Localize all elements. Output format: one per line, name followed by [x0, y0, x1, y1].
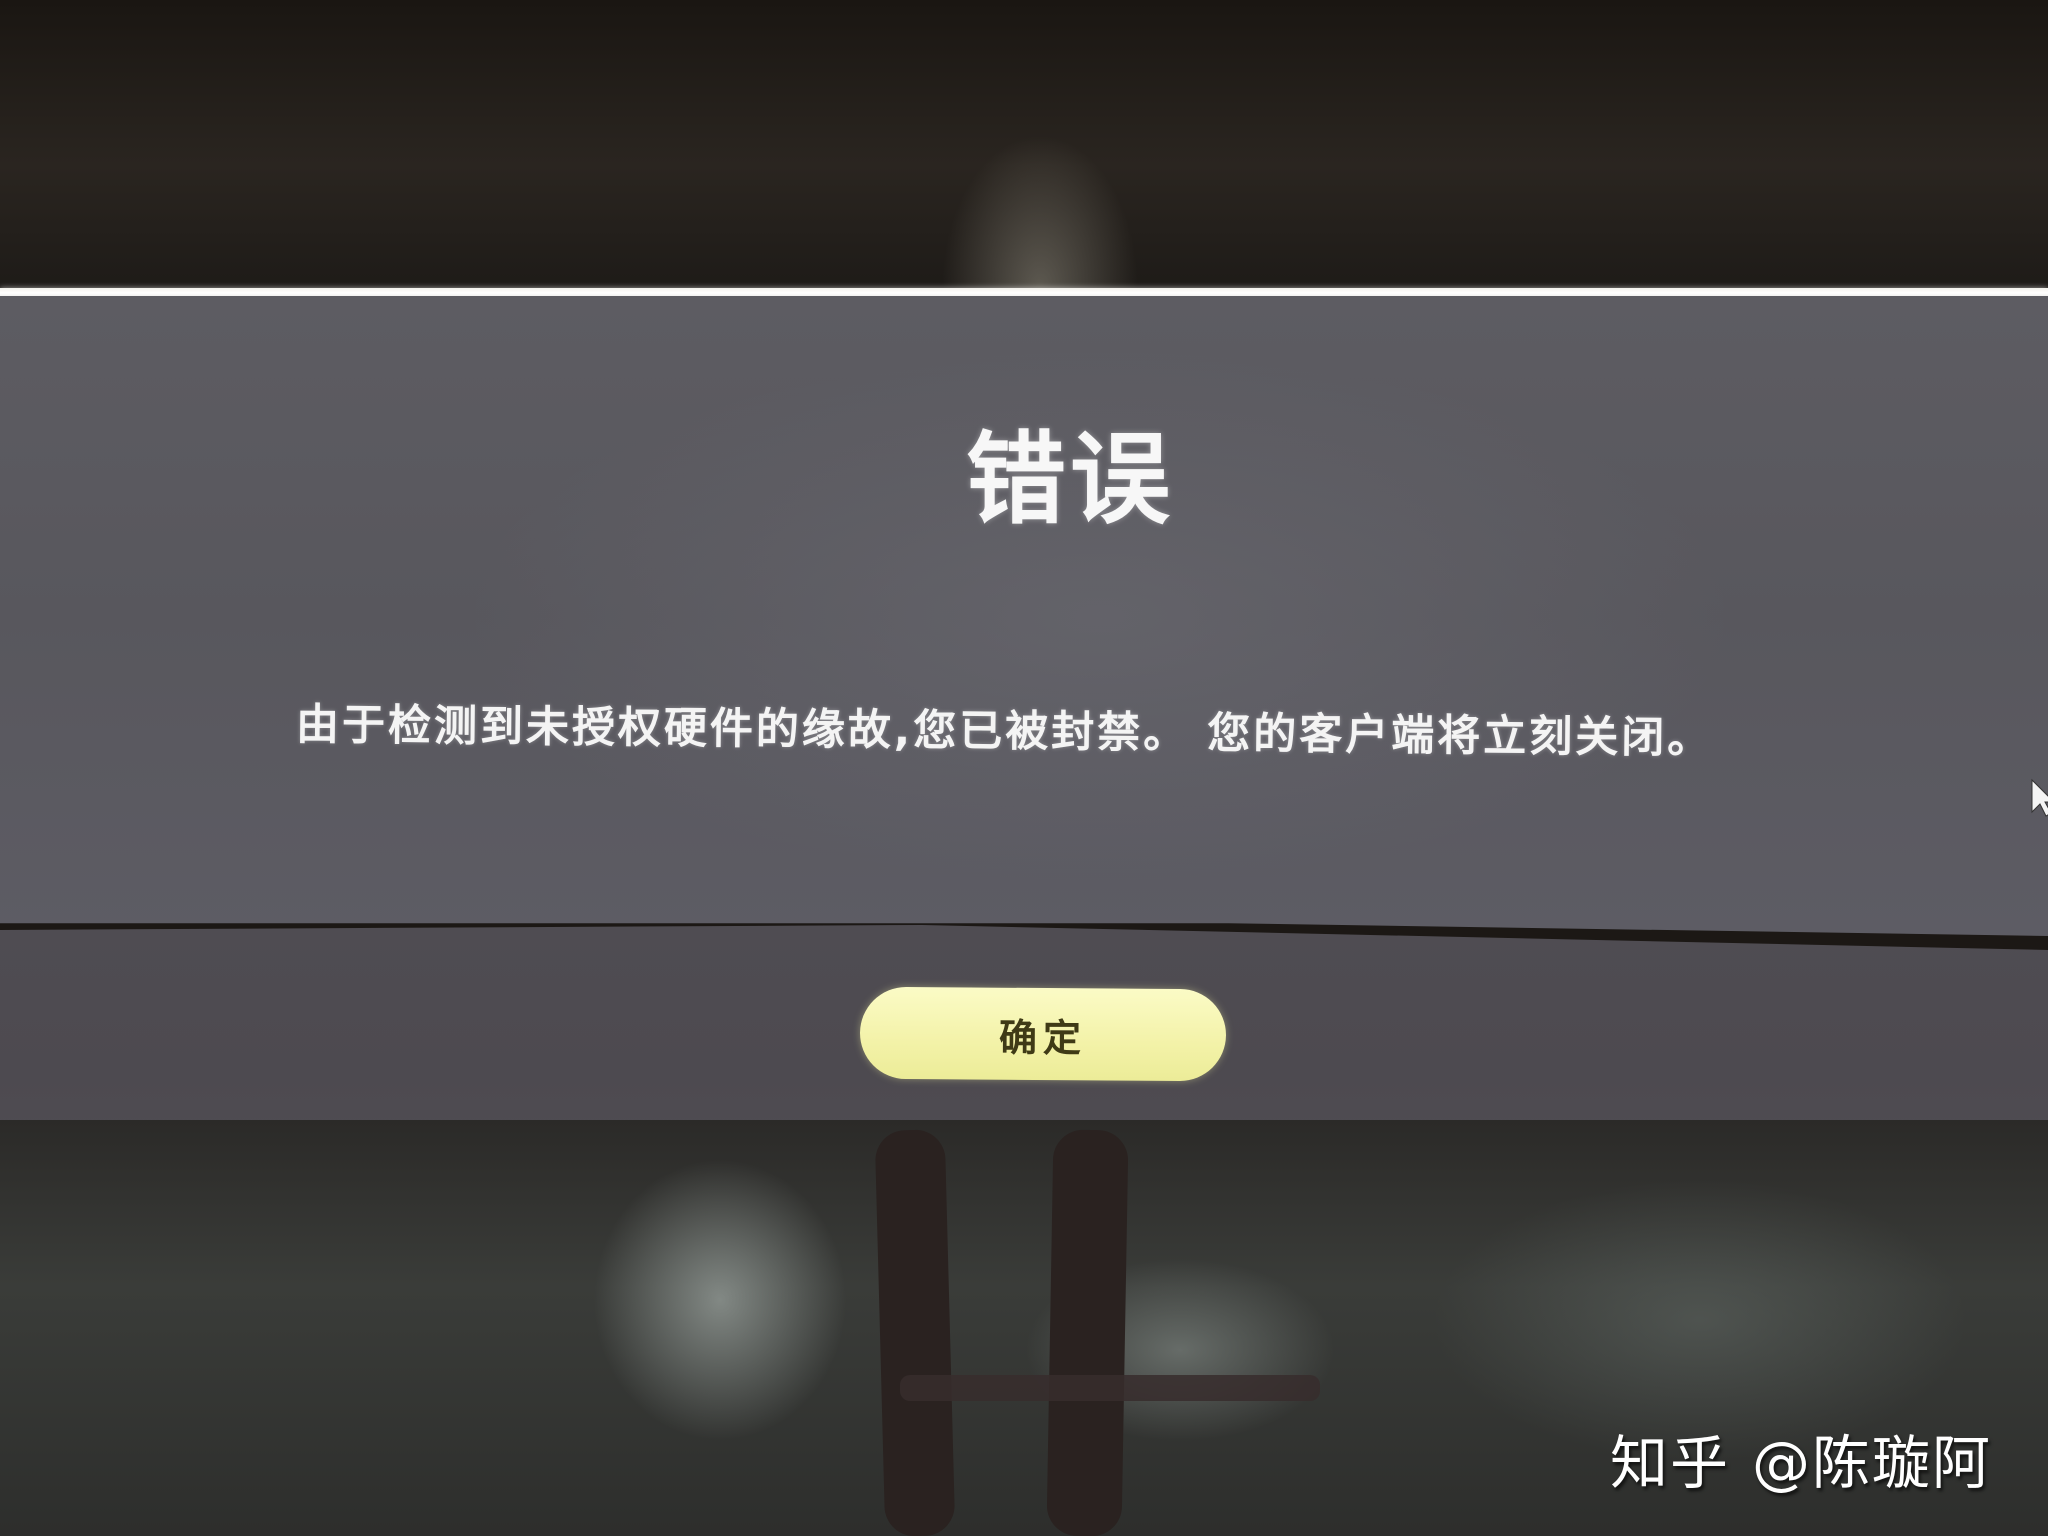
watermark-brand: 知乎: [1610, 1429, 1731, 1497]
watermark: 知乎 @陈璇阿: [1610, 1416, 1992, 1500]
scene-shadow-pole: [874, 1129, 956, 1536]
confirm-button[interactable]: 确定: [859, 986, 1227, 1082]
dark-surroundings: [0, 0, 2048, 300]
mouse-pointer-icon: [2031, 778, 2048, 817]
photo-of-screen: 错误 由于检测到未授权硬件的缘故,您已被封禁。 您的客户端将立刻关闭。 确定 知…: [0, 0, 2048, 1536]
scene-shadow-bar: [900, 1375, 1320, 1401]
confirm-button-label: 确定: [998, 1017, 1088, 1060]
dialog-title: 错误: [966, 421, 1174, 538]
error-dialog-panel: [0, 296, 2048, 936]
scene-shadow-pole: [1046, 1129, 1129, 1536]
watermark-author: @陈璇阿: [1752, 1429, 1993, 1497]
